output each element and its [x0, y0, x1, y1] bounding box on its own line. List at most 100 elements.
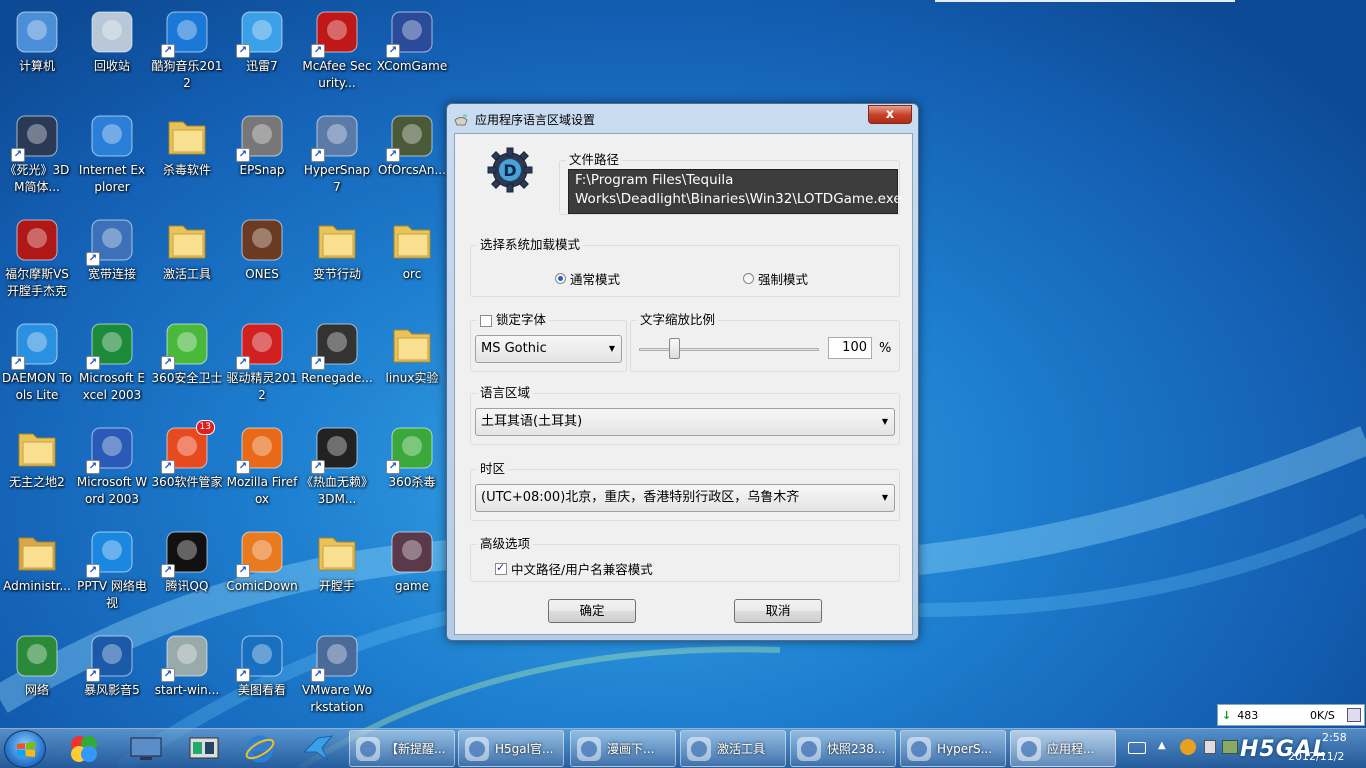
desktop-icon[interactable]: orc [375, 212, 449, 312]
font-select[interactable]: MS Gothic ▼ [475, 335, 622, 363]
pinned-xunlei[interactable] [290, 731, 346, 767]
desktop-icon[interactable]: 网络 [0, 628, 74, 728]
desktop-icon[interactable]: ↗ EPSnap [225, 108, 299, 208]
desktop-icon[interactable]: 杀毒软件 [150, 108, 224, 208]
desktop-icon[interactable]: ↗ 美图看看 [225, 628, 299, 728]
desktop-icon[interactable]: ↗ 暴风影音5 [75, 628, 149, 728]
desktop-icon[interactable]: ↗ 《热血无赖》3DM... [300, 420, 374, 520]
dialog-titlebar[interactable]: 应用程序语言区域设置 [453, 107, 873, 131]
folder-icon [388, 320, 436, 368]
desktop-icon[interactable]: ↗ DAEMON Tools Lite [0, 316, 74, 416]
desktop-icon[interactable]: 开膛手 [300, 524, 374, 624]
radio-unchecked-icon [743, 273, 754, 284]
desktop-icon-label: 酷狗音乐2012 [151, 59, 223, 90]
start-win-icon: ↗ [161, 632, 211, 682]
pinned-360-browser[interactable] [56, 731, 112, 767]
netmon-menu-icon[interactable] [1347, 708, 1361, 722]
ok-button[interactable]: 确定 [548, 599, 636, 623]
pinned-show-desktop[interactable] [118, 731, 174, 767]
timezone-select[interactable]: (UTC+08:00)北京，重庆，香港特别行政区，乌鲁木齐 ▼ [475, 484, 895, 512]
desktop-icon[interactable]: ↗ 驱动精灵2012 [225, 316, 299, 416]
scale-unit: % [879, 341, 892, 356]
pinned-task-manager[interactable] [176, 731, 232, 767]
close-button[interactable]: x [868, 105, 912, 124]
taskbar-window-button[interactable]: 应用程... [1010, 730, 1116, 767]
file-path-field[interactable]: F:\Program Files\Tequila Works\Deadlight… [568, 169, 902, 214]
desktop-icon[interactable]: ↗ ComicDown [225, 524, 299, 624]
tray-expand-icon[interactable]: ▲ [1158, 740, 1166, 751]
broadband-icon: ↗ [86, 216, 136, 266]
usb-tray-icon[interactable] [1204, 740, 1216, 754]
shortcut-arrow-icon: ↗ [311, 668, 325, 682]
desktop-icon[interactable]: ↗ HyperSnap 7 [300, 108, 374, 208]
desktop-icon[interactable]: ↗ 360杀毒 [375, 420, 449, 520]
scale-slider-track[interactable] [639, 348, 819, 351]
desktop-icon-label: Microsoft Excel 2003 [78, 371, 145, 402]
desktop-icon[interactable]: ↗ Microsoft Word 2003 [75, 420, 149, 520]
desktop-icon-label: 迅雷7 [246, 59, 278, 73]
load-mode-group: 选择系统加载模式 通常模式 强制模式 [470, 237, 900, 297]
start-button[interactable] [4, 730, 46, 768]
taskbar-window-button[interactable]: H5gal官... [458, 730, 564, 767]
folder-icon [685, 735, 713, 763]
lock-font-checkbox[interactable] [480, 314, 492, 327]
desktop-icon[interactable]: 回收站 [75, 4, 149, 104]
desktop-icon[interactable]: Internet Explorer [75, 108, 149, 208]
taskbar-window-button[interactable]: 快照238... [790, 730, 896, 767]
game-icon [388, 528, 436, 576]
desktop-icon[interactable]: ↗ 13 360软件管家 [150, 420, 224, 520]
desktop-icon[interactable]: 激活工具 [150, 212, 224, 312]
keyboard-icon[interactable] [1128, 742, 1146, 754]
desktop-icon[interactable]: 无主之地2 [0, 420, 74, 520]
desktop-icon[interactable]: 福尔摩斯VS开膛手杰克 [0, 212, 74, 312]
taskbar-window-button[interactable]: 漫画下... [570, 730, 676, 767]
desktop-icon[interactable]: 计算机 [0, 4, 74, 104]
notification-tray-icon[interactable] [1222, 740, 1238, 754]
desktop-icon[interactable]: ONES [225, 212, 299, 312]
desktop-icon[interactable]: ↗ McAfee Security... [300, 4, 374, 104]
desktop-icon[interactable]: game [375, 524, 449, 624]
desktop-icon[interactable]: ↗ 宽带连接 [75, 212, 149, 312]
shortcut-arrow-icon: ↗ [386, 460, 400, 474]
shortcut-arrow-icon: ↗ [11, 148, 25, 162]
desktop-icon[interactable]: Administr... [0, 524, 74, 624]
desktop-icon[interactable]: ↗ start-win... [150, 628, 224, 728]
desktop-icon[interactable]: ↗ XComGame [375, 4, 449, 104]
locale-select[interactable]: 土耳其语(土耳其) ▼ [475, 408, 895, 436]
clock-time[interactable]: 2:58 [1322, 731, 1347, 744]
taskbar-window-button[interactable]: 【新提醒... [349, 730, 455, 767]
desktop-icon[interactable]: ↗ VMware Workstation [300, 628, 374, 728]
pinned-internet-explorer[interactable] [232, 731, 288, 767]
desktop-icon[interactable]: ↗ PPTV 网络电视 [75, 524, 149, 624]
desktop-icon[interactable]: ↗ 《死光》3DM简体... [0, 108, 74, 208]
desktop-icon[interactable]: ↗ Microsoft Excel 2003 [75, 316, 149, 416]
lock-font-header[interactable]: 锁定字体 [477, 312, 549, 328]
compat-checkbox[interactable] [495, 561, 507, 575]
mode-normal-radio[interactable]: 通常模式 [555, 269, 620, 288]
task-manager-icon [189, 737, 219, 759]
scale-value-field[interactable]: 100 [828, 337, 872, 359]
clock-date[interactable]: 2012/11/2 [1288, 750, 1344, 763]
desktop-icon[interactable]: ↗ OfOrcsAn... [375, 108, 449, 208]
desktop-icon[interactable]: ↗ 360安全卫士 [150, 316, 224, 416]
cancel-button[interactable]: 取消 [734, 599, 822, 623]
desktop-icon-label: 福尔摩斯VS开膛手杰克 [5, 267, 69, 298]
scale-slider-thumb[interactable] [669, 338, 681, 359]
compat-checkbox-row[interactable]: 中文路径/用户名兼容模式 [495, 559, 653, 578]
desktop-icon[interactable]: linux实验 [375, 316, 449, 416]
taskbar-window-button[interactable]: HyperS... [900, 730, 1006, 767]
taskbar-window-button[interactable]: 激活工具 [680, 730, 786, 767]
desktop-icon-label: ONES [245, 267, 279, 281]
desktop-icon[interactable]: 变节行动 [300, 212, 374, 312]
desktop-icon[interactable]: ↗ 酷狗音乐2012 [150, 4, 224, 104]
qq-tray-icon[interactable] [1180, 739, 1196, 755]
network-monitor[interactable]: ↓ 483 0K/S [1217, 704, 1365, 726]
mode-force-radio[interactable]: 强制模式 [743, 269, 808, 288]
desktop-icon[interactable]: ↗ Renegade... [300, 316, 374, 416]
dialog-client: D 文件路径 F:\Program Files\Tequila Works\De… [454, 133, 913, 635]
desktop-icon[interactable]: ↗ 腾讯QQ [150, 524, 224, 624]
locale-value: 土耳其语(土耳其) [481, 414, 583, 429]
desktop-icon[interactable]: ↗ 迅雷7 [225, 4, 299, 104]
orc-helmet-icon: ↗ [386, 112, 436, 162]
desktop-icon[interactable]: ↗ Mozilla Firefox [225, 420, 299, 520]
